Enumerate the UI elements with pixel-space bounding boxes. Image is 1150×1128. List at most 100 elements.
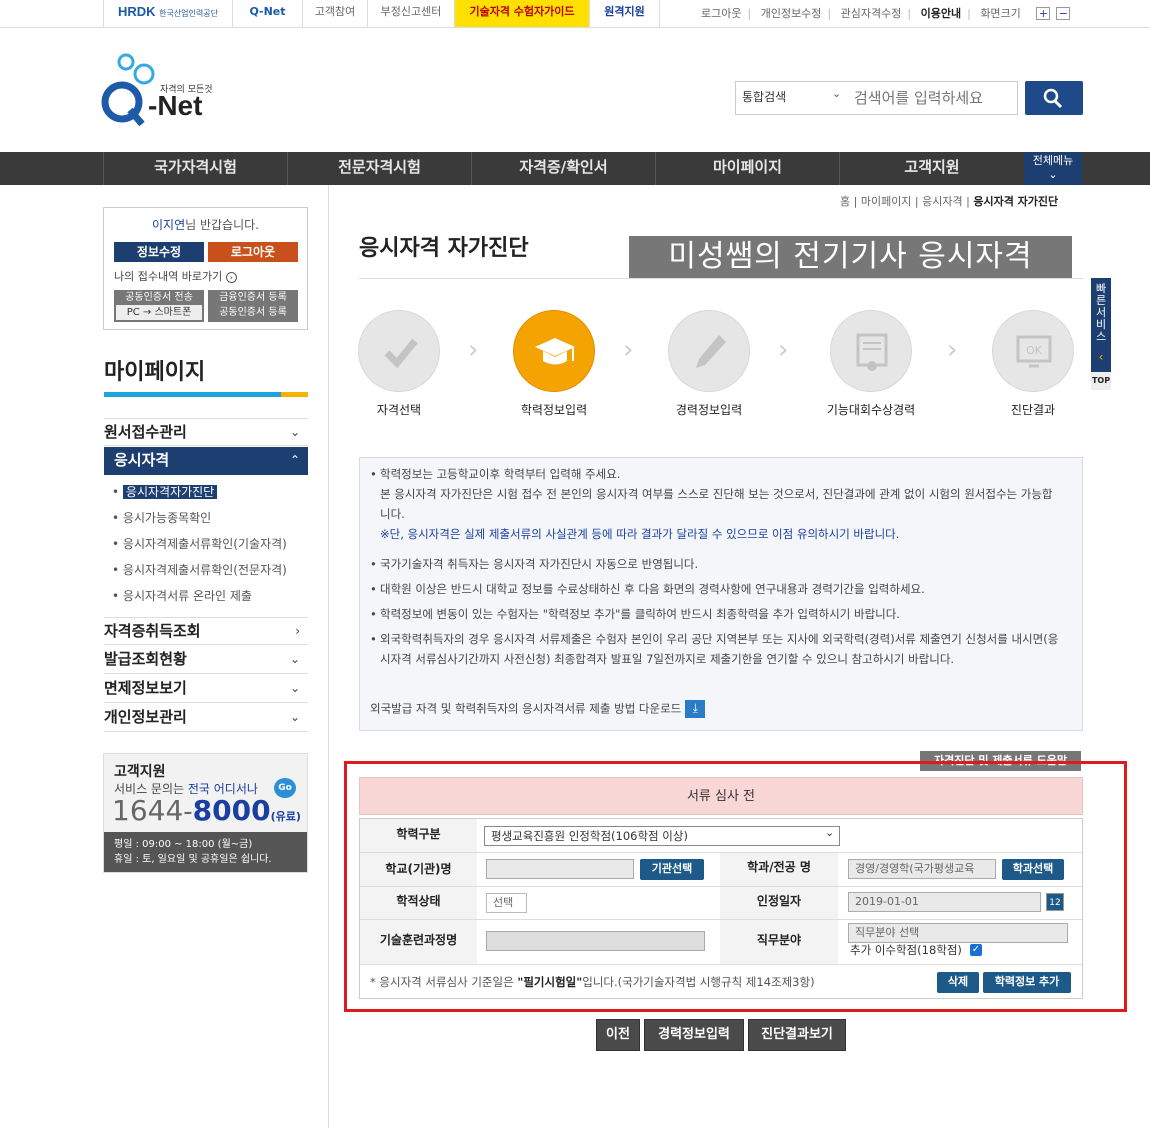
search-scope-select[interactable]: 통합검색 [742,88,786,105]
topbar-link-report[interactable]: 부정신고센터 [368,0,455,27]
nav-certificate[interactable]: 자격증/확인서 [471,152,655,185]
prev-button[interactable]: 이전 [596,1019,640,1051]
school-input[interactable] [486,859,634,879]
select-school-button[interactable]: 기관선택 [640,859,704,880]
nav-mypage[interactable]: 마이페이지 [655,152,839,185]
sidebar-sub-docs-tech[interactable]: • 응시자격제출서류확인(기술자격) [112,535,287,552]
sidebar-sub-available[interactable]: • 응시가능종목확인 [112,509,211,526]
guide-link[interactable]: 이용안내 [921,7,961,20]
sidebar-item-exemption[interactable]: 면제정보보기 ⌄ [104,675,308,703]
topbar-link-customer[interactable]: 고객참여 [303,0,368,27]
career-input-button[interactable]: 경력정보입력 [644,1019,744,1051]
top-button[interactable]: TOP [1091,372,1111,390]
sidebar-sub-selfcheck[interactable]: • 응시자격자가진단 [112,483,218,500]
row-divider [360,886,1082,887]
sidebar-item-eligibility[interactable]: 응시자격 ⌃ [104,447,308,475]
zoom-out-button[interactable]: − [1056,7,1071,20]
hrdk-logo-link[interactable]: HRDK 한국산업인력공단 [103,0,233,27]
chevron-down-icon: ⌄ [1048,168,1058,181]
step-4-label: 기능대회수상경력 [826,403,916,417]
major-input[interactable]: 경영/경영학(국가평생교육 [848,859,996,879]
logout-button[interactable]: 로그아웃 [208,242,298,262]
qnet-small-logo-link[interactable]: Q-Net [233,0,303,27]
edu-type-select[interactable]: 평생교육진흥원 인정학점(106학점 이상) [484,826,840,846]
job-select[interactable]: 직무분야 선택 [848,923,1068,943]
cert-transfer-button[interactable]: 공동인증서 전송 PC → 스마트폰 [114,290,204,322]
calendar-icon[interactable]: 12 [1046,893,1064,911]
history-link[interactable]: 나의 접수내역 바로가기 › [114,268,237,284]
zoom-in-button[interactable]: + [1036,7,1051,20]
sidebar-item-label: 응시자격 [114,451,170,469]
download-link[interactable]: 외국발급 자격 및 학력취득자의 응시자격서류 제출 방법 다운로드 ⤓ [370,700,706,718]
welcome-text: 이지연님 반갑습니다. [104,216,307,233]
edit-profile-link[interactable]: 개인정보수정 [761,7,822,20]
page-title: 응시자격 자가진단 [359,236,529,261]
cs-phone-a: 1644 [112,794,184,827]
step-arrow-icon: › [778,335,789,365]
cs-title: 고객지원 [114,764,166,780]
date-input[interactable]: 2019-01-01 [848,892,1041,912]
interest-link[interactable]: 관심자격수정 [841,7,902,20]
search-button[interactable] [1025,81,1083,115]
add-education-button[interactable]: 학력정보 추가 [983,972,1071,993]
label-training: 기술훈련과정명 [360,919,477,964]
extra-credit-checkbox[interactable]: ✓ [970,944,982,956]
notice-item: • 학력정보에 변동이 있는 수험자는 "학력정보 추가"를 클릭하여 반드시 최… [370,607,900,621]
sidebar-item-acquired[interactable]: 자격증취득조회 › [104,617,308,645]
svg-text:OK: OK [1026,344,1043,357]
cert-register-line2: 공동인증서 등록 [219,307,287,318]
topbar-link-remote[interactable]: 원격지원 [590,0,660,27]
training-input[interactable] [486,931,705,951]
sidebar-item-personal[interactable]: 개인정보관리 ⌄ [104,704,308,732]
history-label: 나의 접수내역 바로가기 [114,270,223,283]
cs-hours-holiday: 휴일 : 토, 일요일 및 공휴일은 쉽니다. [114,854,272,865]
chevron-down-icon: ⌄ [289,425,300,439]
nav-customer[interactable]: 고객지원 [839,152,1024,185]
chevron-down-icon: ⌄ [289,710,300,724]
select-major-button[interactable]: 학과선택 [1002,859,1064,880]
qnet-small-logo-text: Q-Net [249,5,286,18]
all-menu-button[interactable]: 전체메뉴 ⌄ [1024,152,1082,185]
sidebar-divider [328,185,329,1128]
sidebar-title: 마이페이지 [104,360,206,385]
search-input[interactable] [854,85,1014,111]
result-button[interactable]: 진단결과보기 [748,1019,846,1051]
download-icon: ⤓ [685,700,706,718]
topbar-link-guide[interactable]: 기술자격 수험자가이드 [455,0,590,27]
sidebar-item-issue[interactable]: 발급조회현황 ⌄ [104,646,308,674]
step-2-circle [513,310,595,392]
greeting: 님 반갑습니다. [185,218,259,232]
chevron-down-icon: ⌄ [289,652,300,666]
breadcrumb-mypage[interactable]: 마이페이지 [861,195,912,208]
quick-service-label: 빠른서비스 [1095,282,1107,343]
sidebar-sub-docs-pro[interactable]: • 응시자격제출서류확인(전문자격) [112,561,287,578]
cert-register-button[interactable]: 금융인증서 등록 공동인증서 등록 [208,290,298,322]
breadcrumb-eligibility[interactable]: 응시자격 [922,195,962,208]
logout-link[interactable]: 로그아웃 [701,7,741,20]
nav-professional-exam[interactable]: 전문자격시험 [287,152,471,185]
step-arrow-icon: › [468,335,479,365]
cert-register-line1: 금융인증서 등록 [219,292,287,303]
nav-national-exam[interactable]: 국가자격시험 [103,152,287,185]
step-2-label: 학력정보입력 [520,403,588,417]
sidebar-item-label: 자격증취득조회 [104,622,201,640]
font-size-label: 화면크기 [980,7,1021,20]
row-divider [360,919,1082,920]
step-4-circle [830,310,912,392]
breadcrumb-home[interactable]: 홈 [840,195,850,208]
chevron-down-icon: ⌄ [825,826,835,839]
status-select[interactable]: 선택 [486,893,527,913]
hrdk-logo-text: HRDK [118,4,156,19]
education-form: 학력구분 학교(기관)명 학과/전공 명 학적상태 인정일자 기술훈련과정명 직… [359,818,1083,999]
notice-item: • 국가기술자격 취득자는 응시자격 자가진단시 자동으로 반영됩니다. [370,557,699,571]
sidebar-item-application[interactable]: 원서접수관리 ⌄ [104,418,308,446]
delete-button[interactable]: 삭제 [937,972,979,993]
notice-item: • 대학원 이상은 반드시 대학교 정보를 수료상태하신 후 다음 화면의 경력사… [370,582,925,596]
sidebar-sub-online-submit[interactable]: • 응시자격서류 온라인 제출 [112,587,252,604]
notice-item: • 학력정보는 고등학교이후 학력부터 입력해 주세요. [370,467,621,481]
form-note-b: "필기시험일" [517,975,583,989]
qnet-logo[interactable]: 자격의 모든것 -Net [100,52,220,132]
edit-info-button[interactable]: 정보수정 [114,242,204,262]
label-date: 인정일자 [720,886,838,919]
graduation-cap-icon [535,338,575,365]
